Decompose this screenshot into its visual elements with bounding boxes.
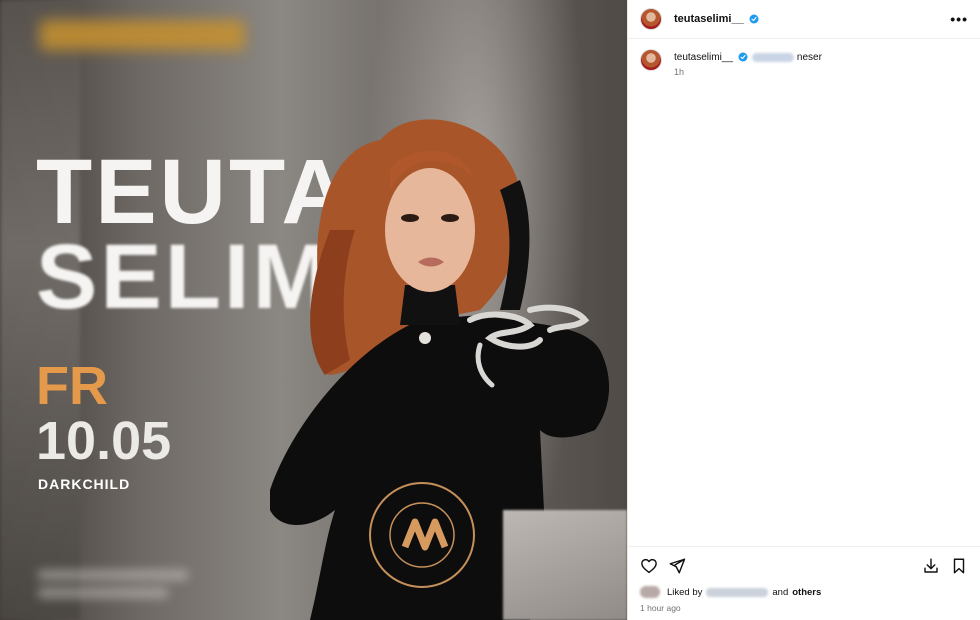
- caption-username[interactable]: teutaselimi__: [674, 52, 733, 63]
- poster-day: FR: [36, 356, 108, 416]
- header-username[interactable]: teutaselimi__: [674, 13, 744, 25]
- blurred-footer-text: [38, 570, 198, 606]
- caption-text: neser: [796, 51, 822, 63]
- action-bar: [628, 546, 980, 584]
- bookmark-icon[interactable]: [950, 557, 968, 575]
- blurred-mention[interactable]: [751, 52, 794, 62]
- send-icon[interactable]: [668, 557, 686, 575]
- post-sidebar: teutaselimi__ ••• teutaselimi__ neser 1h…: [627, 0, 980, 620]
- poster-brand-logo: DARKCHILD: [38, 476, 131, 492]
- frosted-overlay: [503, 510, 627, 620]
- blurred-liker-name[interactable]: [706, 587, 769, 597]
- post-timestamp: 1 hour ago: [640, 603, 681, 613]
- liked-by: Liked by and others: [640, 586, 821, 598]
- post-image: TEUTA SELIMI FR 10.05 DARKCHILD: [0, 0, 627, 620]
- poster-date: 10.05: [36, 411, 172, 471]
- heart-icon[interactable]: [640, 557, 658, 575]
- caption-line: teutaselimi__ neser: [674, 49, 822, 65]
- verified-badge-icon: [749, 14, 759, 24]
- caption-avatar[interactable]: [640, 49, 662, 71]
- liked-by-joiner: and: [772, 586, 789, 598]
- download-icon[interactable]: [922, 557, 940, 575]
- likes-others-link[interactable]: others: [792, 587, 821, 598]
- more-options-icon[interactable]: •••: [950, 11, 968, 27]
- verified-badge-icon: [738, 52, 748, 62]
- post-header: teutaselimi__ •••: [628, 0, 980, 39]
- liker-avatar[interactable]: [640, 586, 660, 598]
- caption-time: 1h: [674, 67, 685, 77]
- avatar[interactable]: [640, 8, 662, 30]
- blurred-logo: [40, 20, 245, 50]
- caption-body: teutaselimi__ neser 1h: [674, 49, 822, 78]
- caption: teutaselimi__ neser 1h: [628, 39, 980, 87]
- liked-by-prefix: Liked by: [667, 586, 703, 598]
